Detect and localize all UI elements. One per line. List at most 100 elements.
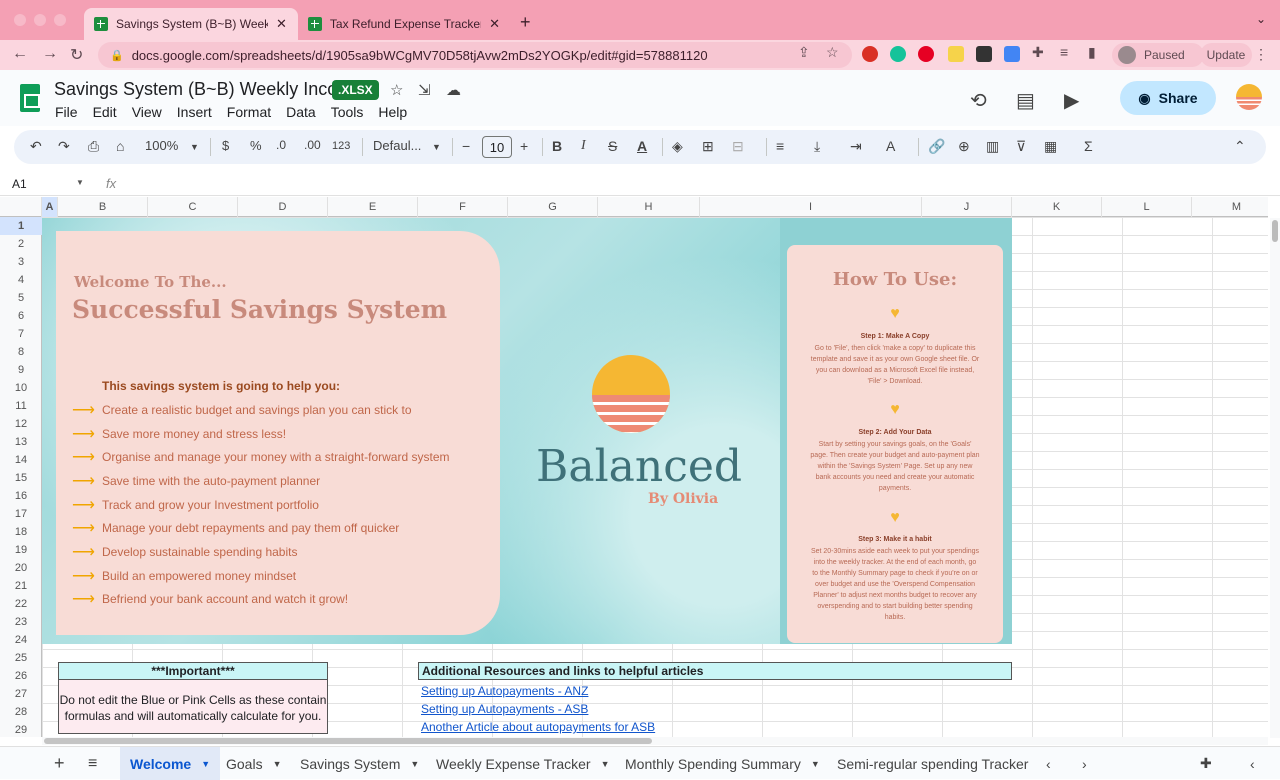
menu-tools[interactable]: Tools — [331, 104, 364, 120]
update-button[interactable]: Update — [1200, 43, 1252, 67]
row-header[interactable]: 13 — [0, 433, 42, 451]
spreadsheet-grid[interactable]: A B C D E F G H I J K L M 1 2 3 4 5 6 7 … — [0, 197, 1268, 737]
extension-pinterest-icon[interactable] — [918, 46, 934, 62]
number-format-button[interactable]: 123 — [332, 140, 350, 152]
add-sheet-plus-icon[interactable]: + — [44, 747, 75, 780]
zoom-select[interactable]: 100% — [145, 138, 178, 153]
italic-icon[interactable]: I — [581, 138, 586, 154]
tab-search-chevron-icon[interactable]: ⌄ — [1256, 12, 1266, 26]
important-heading-cell[interactable]: ***Important*** — [58, 662, 328, 680]
extension-grammarly-icon[interactable] — [890, 46, 906, 62]
vertical-align-icon[interactable]: ⤓ — [814, 138, 820, 155]
column-header[interactable]: C — [148, 197, 238, 217]
merge-cells-icon[interactable]: ⊟ — [732, 138, 744, 155]
share-button[interactable]: ◉ Share — [1120, 81, 1216, 115]
star-icon[interactable]: ☆ — [390, 81, 403, 99]
text-color-icon[interactable]: A — [637, 138, 647, 154]
row-header[interactable]: 22 — [0, 595, 42, 613]
row-header[interactable]: 11 — [0, 397, 42, 415]
row-header[interactable]: 17 — [0, 505, 42, 523]
row-header[interactable]: 8 — [0, 343, 42, 361]
comments-icon[interactable]: ▤ — [1016, 88, 1035, 113]
row-header[interactable]: 26 — [0, 667, 42, 685]
important-note-cell[interactable]: Do not edit the Blue or Pink Cells as th… — [58, 680, 328, 734]
resources-heading-cell[interactable]: Additional Resources and links to helpfu… — [418, 662, 1012, 680]
text-wrapping-icon[interactable]: ⇥ — [850, 138, 862, 155]
sheet-tab-semi-regular-spending-tracker[interactable]: Semi-regular spending Tracker — [827, 747, 1033, 780]
resource-link[interactable]: Another Article about autopayments for A… — [421, 720, 655, 734]
row-header[interactable]: 23 — [0, 613, 42, 631]
row-header[interactable]: 3 — [0, 253, 42, 271]
explore-icon[interactable]: ✚ — [1190, 747, 1222, 780]
scroll-tabs-left-icon[interactable]: ‹ — [1036, 747, 1061, 780]
menu-view[interactable]: View — [132, 104, 162, 120]
row-header[interactable]: 15 — [0, 469, 42, 487]
share-page-icon[interactable]: ⇪ — [798, 44, 810, 61]
percent-format-button[interactable]: % — [250, 138, 262, 153]
menu-edit[interactable]: Edit — [93, 104, 117, 120]
bookmark-star-icon[interactable]: ☆ — [826, 44, 839, 61]
column-header[interactable]: F — [418, 197, 508, 217]
filter-icon[interactable]: ⊽ — [1016, 138, 1026, 155]
horizontal-scrollbar[interactable] — [42, 737, 1268, 745]
decrease-font-size-icon[interactable]: − — [462, 138, 470, 154]
side-panel-icon[interactable]: ▮ — [1088, 44, 1096, 61]
maximize-window-button[interactable] — [54, 14, 66, 26]
column-header[interactable]: J — [922, 197, 1012, 217]
row-header[interactable]: 18 — [0, 523, 42, 541]
undo-icon[interactable]: ↶ — [30, 138, 42, 155]
insert-comment-icon[interactable]: ⊕ — [958, 138, 970, 155]
browser-menu-icon[interactable]: ⋮ — [1254, 46, 1268, 63]
row-header[interactable]: 12 — [0, 415, 42, 433]
row-header[interactable]: 4 — [0, 271, 42, 289]
meet-camera-icon[interactable]: ▶ — [1064, 88, 1079, 113]
row-header[interactable]: 9 — [0, 361, 42, 379]
menu-file[interactable]: File — [55, 104, 78, 120]
select-all-corner[interactable] — [0, 197, 42, 217]
collapse-toolbar-chevron-up-icon[interactable]: ⌃ — [1234, 138, 1246, 155]
font-select[interactable]: Defaul... — [373, 138, 421, 153]
menu-data[interactable]: Data — [286, 104, 316, 120]
borders-icon[interactable]: ⊞ — [702, 138, 714, 155]
sheet-tab-savings-system[interactable]: Savings System ▼ — [290, 747, 429, 780]
column-header[interactable]: K — [1012, 197, 1102, 217]
row-header[interactable]: 1 — [0, 217, 42, 235]
back-arrow-icon[interactable]: ← — [12, 45, 28, 63]
row-header[interactable]: 24 — [0, 631, 42, 649]
menu-insert[interactable]: Insert — [177, 104, 212, 120]
column-header[interactable]: G — [508, 197, 598, 217]
sheets-logo-icon[interactable] — [20, 84, 40, 112]
scroll-tabs-right-icon[interactable]: › — [1072, 747, 1097, 780]
row-header[interactable]: 10 — [0, 379, 42, 397]
decrease-decimal-button[interactable]: .0 — [276, 138, 286, 152]
cloud-status-icon[interactable]: ☁ — [446, 81, 461, 99]
profile-button[interactable]: Paused — [1112, 43, 1204, 67]
menu-format[interactable]: Format — [227, 104, 271, 120]
media-queue-icon[interactable]: ≡ — [1060, 44, 1068, 60]
close-window-button[interactable] — [14, 14, 26, 26]
row-header[interactable]: 27 — [0, 685, 42, 703]
column-header[interactable]: A — [42, 197, 58, 217]
row-header[interactable]: 29 — [0, 721, 42, 737]
name-box[interactable]: A1 — [12, 177, 27, 191]
row-header[interactable]: 28 — [0, 703, 42, 721]
redo-icon[interactable]: ↷ — [58, 138, 70, 155]
fill-color-icon[interactable]: ◈ — [672, 138, 683, 155]
increase-decimal-button[interactable]: .00 — [304, 138, 321, 152]
sheet-tab-monthly-spending-summary[interactable]: Monthly Spending Summary ▼ — [615, 747, 830, 780]
column-header[interactable]: M — [1192, 197, 1268, 217]
url-bar[interactable]: 🔒 docs.google.com/spreadsheets/d/1905sa9… — [98, 42, 852, 68]
sheet-tab-goals[interactable]: Goals ▼ — [216, 747, 292, 780]
text-rotation-icon[interactable]: A — [886, 138, 895, 154]
reload-icon[interactable]: ↻ — [70, 45, 83, 65]
row-header[interactable]: 25 — [0, 649, 42, 667]
close-icon[interactable]: ✕ — [489, 16, 500, 32]
side-panel-collapse-icon[interactable]: ‹ — [1240, 747, 1265, 780]
row-header[interactable]: 20 — [0, 559, 42, 577]
name-box-chevron-down-icon[interactable]: ▼ — [76, 178, 84, 187]
column-header[interactable]: H — [598, 197, 700, 217]
zoom-chevron-down-icon[interactable]: ▼ — [190, 142, 199, 152]
forward-arrow-icon[interactable]: → — [42, 45, 58, 63]
row-header[interactable]: 5 — [0, 289, 42, 307]
row-header[interactable]: 16 — [0, 487, 42, 505]
